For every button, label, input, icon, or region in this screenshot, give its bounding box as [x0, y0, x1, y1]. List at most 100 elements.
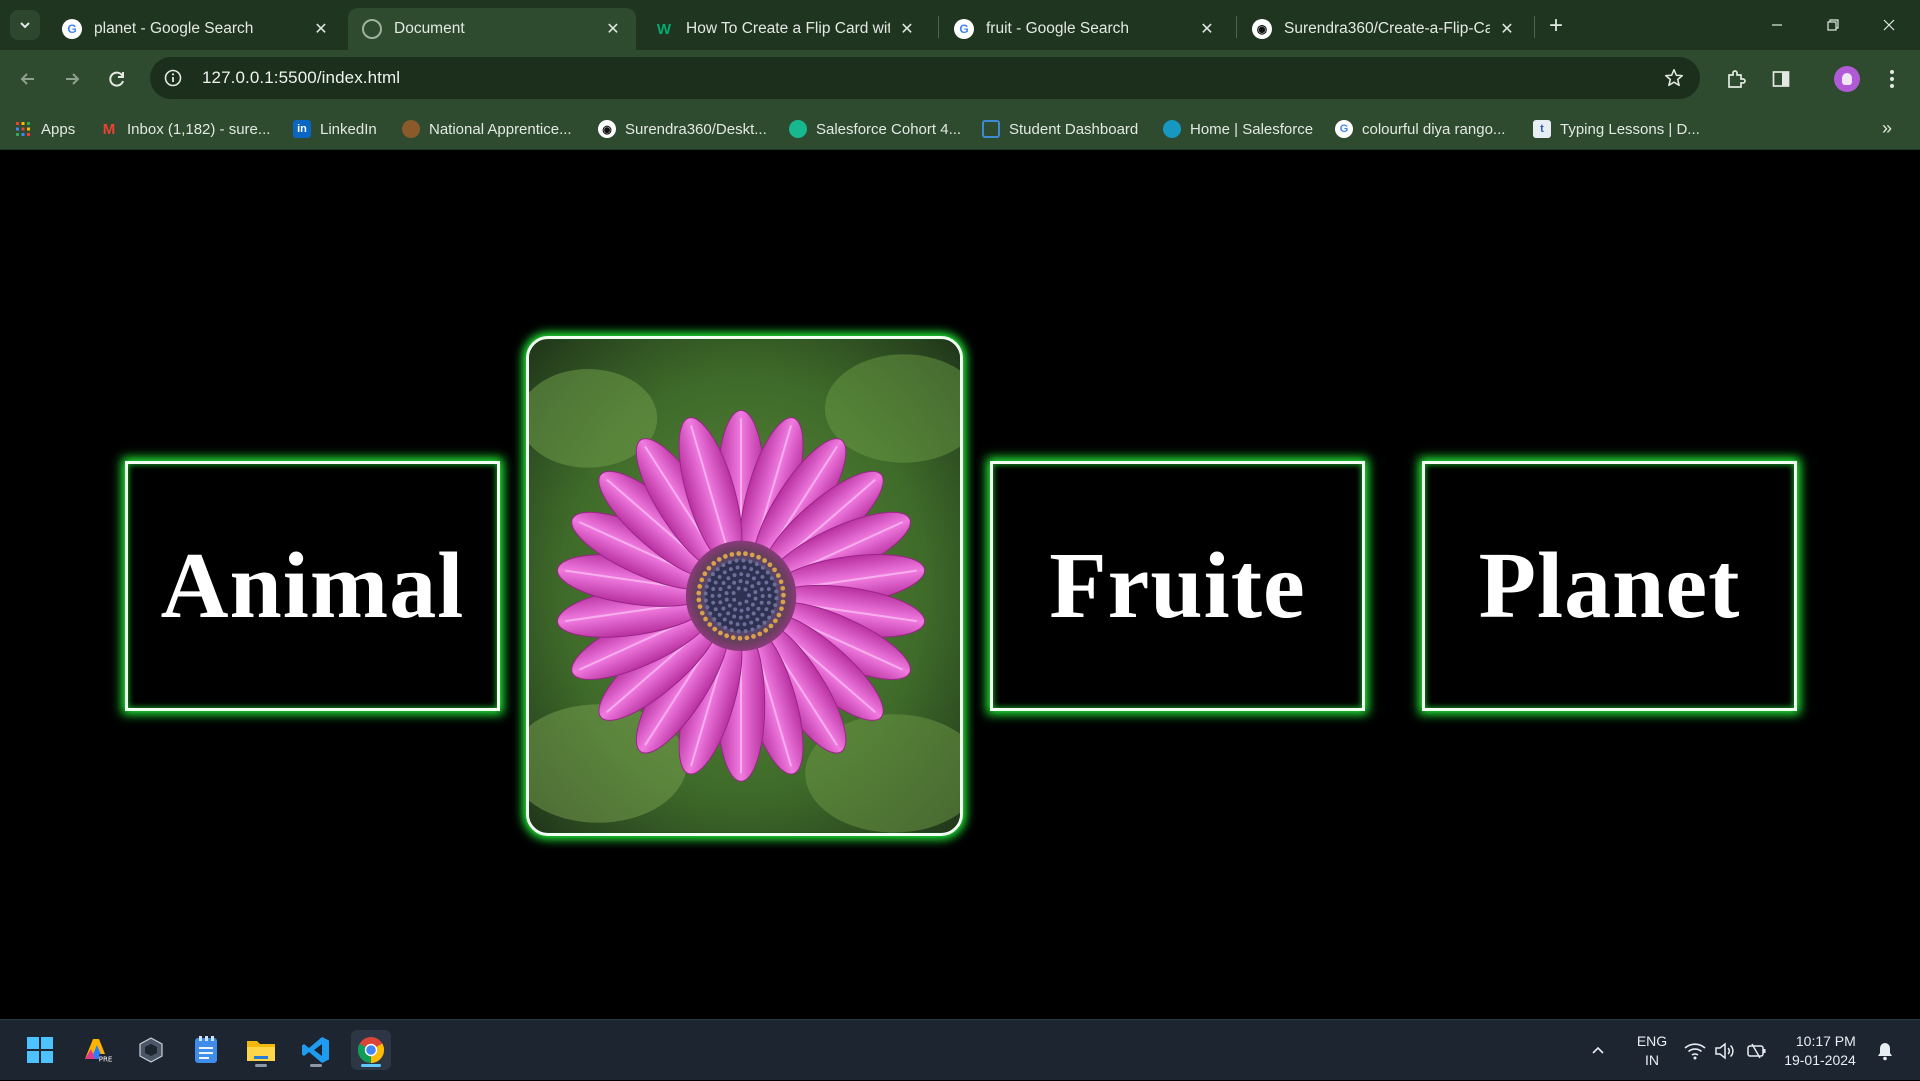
- flower-seed: [724, 597, 729, 602]
- tab-fruit-search[interactable]: G fruit - Google Search ✕: [940, 8, 1230, 50]
- taskbar-notepad[interactable]: [186, 1030, 226, 1070]
- bookmark-home-salesforce[interactable]: Home | Salesforce: [1163, 118, 1313, 140]
- bookmark-linkedin[interactable]: in LinkedIn: [293, 118, 377, 140]
- pink-daisy-image: [529, 339, 960, 833]
- flower-seed: [757, 631, 763, 637]
- flower-seed: [743, 551, 748, 557]
- profile-button[interactable]: [1831, 63, 1863, 95]
- back-button[interactable]: [12, 63, 44, 95]
- flower-seed: [774, 596, 779, 601]
- flower-seed: [712, 626, 718, 632]
- extensions-button[interactable]: [1720, 63, 1752, 95]
- chrome-icon: [357, 1037, 385, 1064]
- bookmark-star-icon[interactable]: [1662, 66, 1686, 90]
- clock-button[interactable]: 10:17 PM 19-01-2024: [1778, 1020, 1862, 1081]
- bookmark-github-desktop[interactable]: ◉ Surendra360/Deskt...: [598, 118, 767, 140]
- speaker-icon: [1715, 1041, 1734, 1060]
- bookmark-colourful-diya[interactable]: G colourful diya rango...: [1335, 118, 1505, 140]
- restore-icon: [1827, 19, 1839, 31]
- flower-seed: [731, 591, 736, 595]
- bookmark-national-apprentice[interactable]: National Apprentice...: [402, 118, 572, 140]
- browser-toolbar: 127.0.0.1:5500/index.html: [0, 50, 1920, 108]
- bookmark-student-dashboard[interactable]: Student Dashboard: [982, 118, 1138, 140]
- notifications-button[interactable]: [1876, 1020, 1894, 1081]
- bookmark-salesforce-cohort[interactable]: Salesforce Cohort 4...: [789, 118, 961, 140]
- close-icon[interactable]: ✕: [1498, 20, 1516, 38]
- flower-seed: [717, 574, 722, 579]
- arrow-right-icon: [66, 73, 80, 85]
- avatar: [1834, 66, 1860, 92]
- flower-seed: [732, 597, 737, 602]
- flower-seed: [717, 593, 722, 598]
- dashboard-icon: [982, 120, 1000, 138]
- taskbar-file-explorer[interactable]: [241, 1030, 281, 1070]
- tab-separator: [1534, 16, 1535, 38]
- bookmark-gmail-inbox[interactable]: M Inbox (1,182) - sure...: [100, 118, 271, 140]
- flower-seed: [764, 607, 769, 612]
- flower-seed: [732, 614, 737, 619]
- network-status[interactable]: [1684, 1020, 1706, 1081]
- tab-flip-card-tutorial[interactable]: W How To Create a Flip Card with ✕: [640, 8, 930, 50]
- flower-seed: [722, 617, 727, 622]
- taskbar-copilot[interactable]: PRE: [77, 1030, 117, 1070]
- show-hidden-icons-button[interactable]: [1590, 1020, 1606, 1081]
- flip-card-animal[interactable]: Animal: [125, 461, 500, 711]
- taskbar-system-app[interactable]: [131, 1030, 171, 1070]
- browser-menu-button[interactable]: [1876, 63, 1908, 95]
- flower-seed: [724, 591, 729, 596]
- address-bar[interactable]: 127.0.0.1:5500/index.html: [150, 57, 1700, 99]
- flower-seed: [728, 620, 733, 625]
- site-info-icon[interactable]: [158, 63, 188, 93]
- volume-status[interactable]: [1714, 1020, 1736, 1081]
- tab-planet-search[interactable]: G planet - Google Search ✕: [48, 8, 344, 50]
- bookmark-label: Typing Lessons | D...: [1560, 120, 1700, 138]
- minimize-button[interactable]: [1754, 8, 1800, 42]
- tab-search-button[interactable]: [10, 10, 40, 40]
- tab-separator: [938, 16, 939, 38]
- tab-title: How To Create a Flip Card with: [686, 20, 890, 37]
- flip-card-fruite[interactable]: Fruite: [990, 461, 1365, 711]
- flower-seed: [718, 600, 723, 605]
- flower-seed: [730, 635, 736, 640]
- language-indicator[interactable]: ENG IN: [1630, 1020, 1674, 1081]
- flower-seed: [723, 625, 728, 630]
- flower-seed: [718, 630, 723, 636]
- bookmark-label: Student Dashboard: [1009, 120, 1139, 138]
- taskbar-chrome[interactable]: [351, 1030, 391, 1070]
- start-button[interactable]: [20, 1030, 60, 1070]
- reload-button[interactable]: [101, 63, 133, 95]
- flower-seed: [697, 584, 703, 589]
- close-icon[interactable]: ✕: [604, 20, 622, 38]
- tab-github-repo[interactable]: ◉ Surendra360/Create-a-Flip-Card ✕: [1238, 8, 1530, 50]
- flower-seed: [780, 586, 786, 591]
- forward-button[interactable]: [56, 63, 88, 95]
- flip-card-planet[interactable]: Planet: [1422, 461, 1797, 711]
- battery-status[interactable]: [1746, 1020, 1768, 1081]
- close-icon[interactable]: ✕: [1198, 20, 1216, 38]
- flower-seed: [760, 565, 765, 570]
- flower-seed: [760, 574, 765, 579]
- flower-seed: [736, 629, 741, 634]
- taskbar-vscode[interactable]: [296, 1030, 336, 1070]
- close-window-button[interactable]: [1866, 8, 1912, 42]
- flower-seed: [742, 565, 747, 570]
- bookmark-apps[interactable]: Apps: [14, 118, 75, 140]
- bookmark-typing-lessons[interactable]: t Typing Lessons | D...: [1533, 118, 1700, 140]
- tab-title: planet - Google Search: [94, 20, 254, 37]
- bookmark-label: Surendra360/Deskt...: [625, 120, 767, 138]
- flip-card-flower[interactable]: [526, 336, 963, 836]
- restore-button[interactable]: [1810, 8, 1856, 42]
- flower-seed: [742, 622, 747, 627]
- flower-seed: [736, 586, 741, 591]
- more-bookmarks-button[interactable]: »: [1882, 118, 1892, 139]
- flower-seed: [780, 599, 786, 605]
- close-icon[interactable]: ✕: [898, 20, 916, 38]
- side-panel-button[interactable]: [1765, 63, 1797, 95]
- flower-seed: [696, 597, 702, 603]
- tab-document[interactable]: Document ✕: [348, 8, 636, 50]
- running-indicator: [310, 1064, 322, 1067]
- close-icon[interactable]: ✕: [312, 20, 330, 38]
- flower-seed: [707, 622, 713, 627]
- new-tab-button[interactable]: +: [1542, 12, 1570, 40]
- flower-seed: [770, 609, 775, 614]
